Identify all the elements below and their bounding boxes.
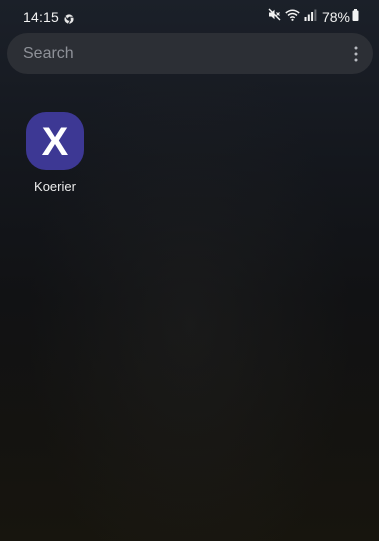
app-koerier[interactable]: X Koerier (20, 106, 90, 202)
battery-percent: 78% (321, 9, 350, 25)
status-time: 14:15 (23, 9, 60, 25)
search-bar[interactable] (7, 33, 373, 74)
status-bar: 14:15 78% (0, 0, 379, 32)
wifi-icon (285, 8, 300, 26)
more-vert-icon[interactable] (353, 45, 359, 63)
app-label: Koerier (34, 179, 76, 194)
koerier-app-icon[interactable]: X (26, 112, 84, 170)
chrome-notification-icon (64, 11, 74, 24)
signal-icon (304, 8, 317, 26)
battery-icon (352, 8, 359, 26)
wallpaper (0, 0, 379, 541)
search-input[interactable] (23, 33, 323, 74)
app-icon-glyph: X (41, 119, 69, 164)
mute-icon (268, 8, 281, 26)
status-icons: 78% (268, 8, 359, 26)
